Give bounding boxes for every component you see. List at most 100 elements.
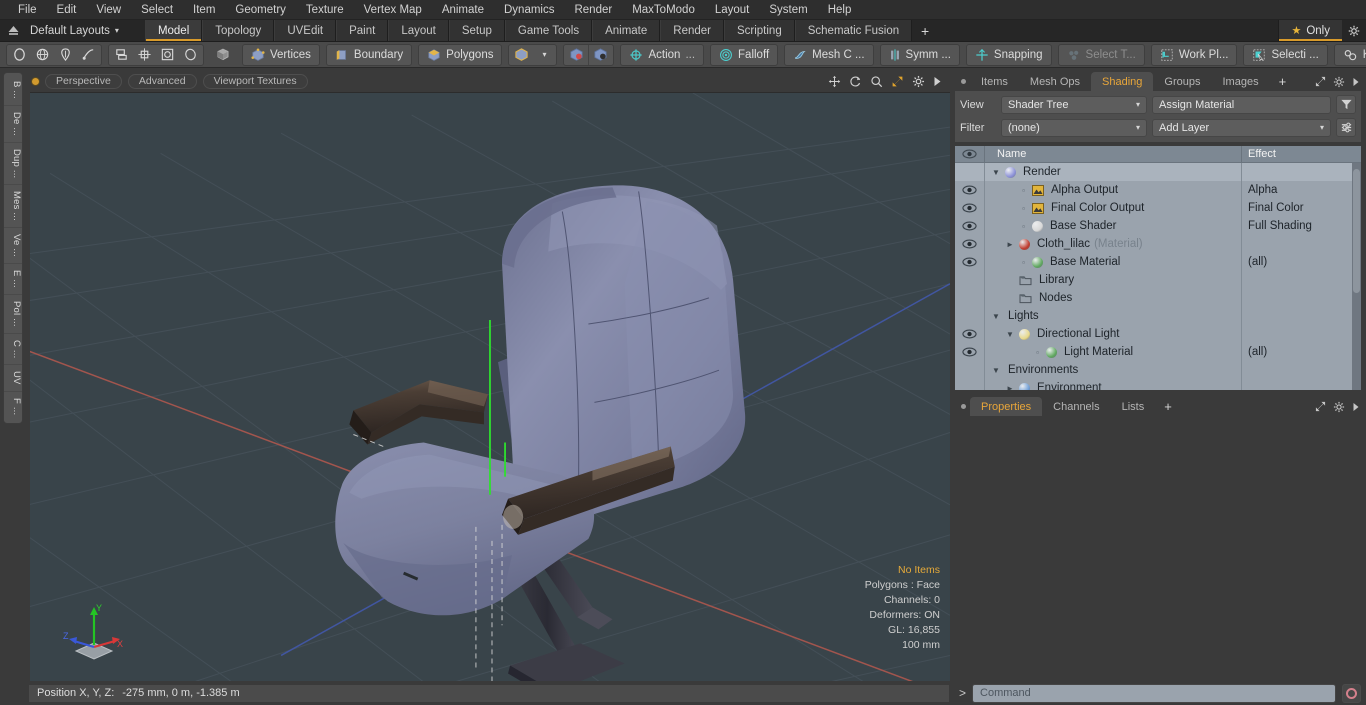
shader-tree-effect[interactable]: (all)▾ bbox=[1241, 343, 1361, 361]
shader-tree-effect[interactable]: (all)▾ bbox=[1241, 253, 1361, 271]
rail-tab-uv[interactable]: UV bbox=[4, 365, 22, 392]
maximize-icon[interactable] bbox=[891, 75, 904, 88]
layout-tab-layout[interactable]: Layout bbox=[388, 20, 449, 41]
rail-tab-c[interactable]: C ... bbox=[4, 334, 22, 365]
menu-item-vertex-map[interactable]: Vertex Map bbox=[354, 0, 432, 20]
tab-add[interactable]: + bbox=[1155, 397, 1181, 416]
layout-tab-topology[interactable]: Topology bbox=[202, 20, 275, 41]
eye-icon[interactable] bbox=[955, 217, 985, 235]
rail-tab-b[interactable]: B ... bbox=[4, 75, 22, 106]
chevron-down-icon[interactable]: ▾ bbox=[533, 45, 555, 65]
shader-tree-row[interactable]: ► Environment bbox=[955, 379, 1361, 390]
menu-item-dynamics[interactable]: Dynamics bbox=[494, 0, 564, 20]
action-center-button[interactable]: Action ... bbox=[620, 43, 705, 66]
pen-icon[interactable] bbox=[54, 45, 77, 65]
expand-icon[interactable] bbox=[1315, 76, 1326, 87]
arrow-right-icon[interactable] bbox=[933, 76, 942, 87]
layout-tab-render[interactable]: Render bbox=[660, 20, 724, 41]
shader-tree-row[interactable]: ▼ Lights bbox=[955, 307, 1361, 325]
layout-tab-game-tools[interactable]: Game Tools bbox=[504, 20, 593, 41]
shader-tree-row[interactable]: ▫ Light Material (all)▾ bbox=[955, 343, 1361, 361]
eye-icon[interactable] bbox=[955, 235, 985, 253]
command-input[interactable]: Command bbox=[972, 683, 1336, 703]
pan-icon[interactable] bbox=[828, 75, 841, 88]
shader-tree-row[interactable]: ▫ Alpha Output Alpha▾ bbox=[955, 181, 1361, 199]
shader-tree-row[interactable]: ▫ Final Color Output Final Color▾ bbox=[955, 199, 1361, 217]
menu-item-maxtomodo[interactable]: MaxToModo bbox=[622, 0, 705, 20]
kits-button[interactable]: Kits bbox=[1333, 43, 1366, 66]
shader-tree-effect[interactable]: Final Color▾ bbox=[1241, 199, 1361, 217]
cube-icon[interactable] bbox=[212, 45, 234, 65]
active-viewport-indicator[interactable] bbox=[32, 77, 39, 85]
rail-tab-mes[interactable]: Mes ... bbox=[4, 185, 22, 229]
shader-tree-effect[interactable]: Full Shading▾ bbox=[1241, 217, 1361, 235]
shader-tree-row[interactable]: ▫ Base Material (all)▾ bbox=[955, 253, 1361, 271]
selection-mode-vertices[interactable]: Vertices bbox=[242, 43, 320, 66]
shader-tree-row[interactable]: ▼ Render bbox=[955, 163, 1361, 181]
menu-item-layout[interactable]: Layout bbox=[705, 0, 760, 20]
eye-icon[interactable] bbox=[955, 325, 985, 343]
tab-mesh-ops[interactable]: Mesh Ops bbox=[1019, 72, 1091, 91]
layout-tab-model[interactable]: Model bbox=[144, 20, 203, 41]
funnel-icon[interactable] bbox=[1336, 95, 1356, 114]
zoom-icon[interactable] bbox=[870, 75, 883, 88]
menu-item-texture[interactable]: Texture bbox=[296, 0, 354, 20]
menu-item-help[interactable]: Help bbox=[818, 0, 862, 20]
ellipse-icon[interactable] bbox=[179, 45, 202, 65]
assign-material-field[interactable]: Assign Material bbox=[1152, 95, 1331, 114]
menu-item-system[interactable]: System bbox=[759, 0, 817, 20]
layout-tab-scripting[interactable]: Scripting bbox=[723, 20, 795, 41]
menu-item-item[interactable]: Item bbox=[183, 0, 225, 20]
gear-icon[interactable] bbox=[1333, 401, 1345, 413]
menu-item-edit[interactable]: Edit bbox=[47, 0, 87, 20]
tab-add[interactable]: + bbox=[1270, 72, 1296, 91]
menu-item-geometry[interactable]: Geometry bbox=[225, 0, 296, 20]
tab-shading[interactable]: Shading bbox=[1091, 72, 1154, 91]
viewport-textures-button[interactable]: Viewport Textures bbox=[202, 73, 308, 89]
symmetry-button[interactable]: Symm ... bbox=[879, 43, 960, 66]
selection-mode-polygons[interactable]: Polygons bbox=[418, 43, 503, 66]
menu-item-render[interactable]: Render bbox=[564, 0, 622, 20]
3d-viewport[interactable]: Y X Z No Items Polygons : Face Channels:… bbox=[30, 92, 950, 681]
select-through-icon[interactable] bbox=[565, 44, 590, 65]
layout-tab-animate[interactable]: Animate bbox=[592, 20, 661, 41]
rail-tab-de[interactable]: De ... bbox=[4, 106, 22, 143]
panel-indicator-dot[interactable] bbox=[956, 72, 970, 91]
shader-tree-row[interactable]: ▼ Directional Light bbox=[955, 325, 1361, 343]
shader-tree-row[interactable]: ► Cloth_lilac (Material) ▾ bbox=[955, 235, 1361, 253]
layout-tab-paint[interactable]: Paint bbox=[336, 20, 389, 41]
menu-item-view[interactable]: View bbox=[86, 0, 131, 20]
eye-icon[interactable] bbox=[955, 343, 985, 361]
view-select[interactable]: Shader Tree ▾ bbox=[1001, 95, 1147, 114]
shader-tree[interactable]: Name Effect ▼Render▫Alpha OutputAlpha▾▫F… bbox=[954, 145, 1362, 391]
tab-items[interactable]: Items bbox=[970, 72, 1019, 91]
panel-indicator-dot[interactable] bbox=[956, 397, 970, 416]
selection-sets-button[interactable]: Selecti ... bbox=[1243, 43, 1328, 66]
arrow-right-icon[interactable] bbox=[1352, 77, 1360, 87]
work-plane-button[interactable]: Work Pl... bbox=[1150, 43, 1238, 66]
selection-mode-boundary[interactable]: Boundary bbox=[325, 43, 413, 66]
shader-tree-row[interactable]: ▫ Base Shader Full Shading▾ bbox=[955, 217, 1361, 235]
layout-tab-uvedit[interactable]: UVEdit bbox=[274, 20, 337, 41]
arrow-right-icon[interactable] bbox=[1352, 402, 1360, 412]
gear-icon[interactable] bbox=[912, 75, 925, 88]
select-through-button[interactable]: Select T... bbox=[1057, 43, 1145, 66]
chevron-down-icon[interactable]: ▼ bbox=[991, 312, 1001, 321]
add-layout-tab-button[interactable]: + bbox=[912, 20, 939, 41]
center-icon[interactable] bbox=[133, 45, 156, 65]
square-in-square-icon[interactable] bbox=[156, 45, 179, 65]
sliders-icon[interactable] bbox=[1336, 118, 1356, 137]
shader-tree-row[interactable]: ▼ Environments bbox=[955, 361, 1361, 379]
chevron-down-icon[interactable]: ▼ bbox=[1005, 330, 1015, 339]
rail-tab-f[interactable]: F ... bbox=[4, 392, 22, 421]
filter-select[interactable]: (none) ▾ bbox=[1001, 118, 1147, 137]
mesh-constraint-button[interactable]: Mesh C ... bbox=[784, 43, 874, 66]
viewport-advanced-button[interactable]: Advanced bbox=[127, 73, 197, 89]
chevron-down-icon[interactable]: ▼ bbox=[991, 366, 1001, 375]
menu-item-animate[interactable]: Animate bbox=[432, 0, 494, 20]
home-icon[interactable] bbox=[0, 20, 26, 41]
layout-tab-setup[interactable]: Setup bbox=[448, 20, 505, 41]
rail-tab-ve[interactable]: Ve ... bbox=[4, 228, 22, 264]
falloff-button[interactable]: Falloff bbox=[710, 43, 779, 66]
tab-images[interactable]: Images bbox=[1212, 72, 1270, 91]
